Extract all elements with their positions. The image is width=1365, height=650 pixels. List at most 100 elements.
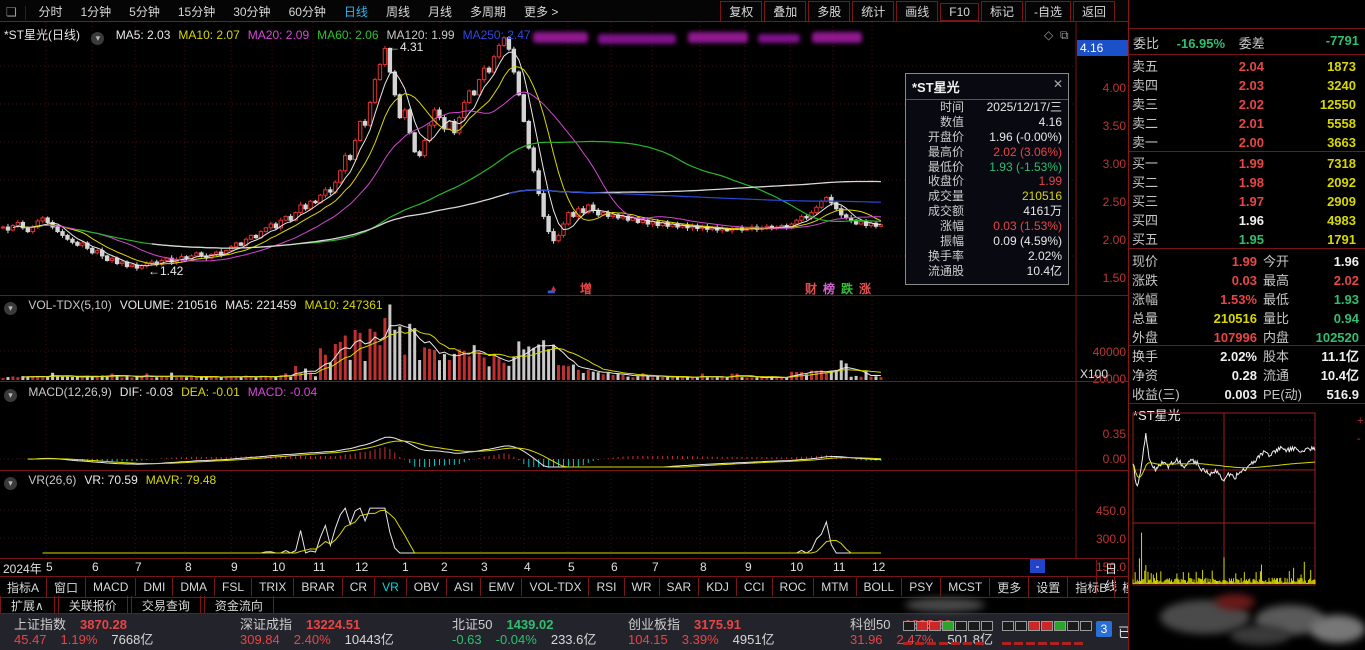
orderbook-row-买四[interactable]: 买四 1.96 4983 — [1132, 211, 1360, 230]
indicator-tab-DMA[interactable]: DMA — [173, 578, 216, 596]
indicator-tab-CR[interactable]: CR — [343, 578, 376, 596]
indicator-tab-RSI[interactable]: RSI — [589, 578, 625, 596]
splitter-plus-icon[interactable]: + — [1357, 415, 1363, 427]
popup-rows: 时间 2025/12/17/三 数值 4.16 开盘价 1.96 (-0.00%) 最高价 2… — [906, 100, 1068, 279]
orderbook-row-买二[interactable]: 买二 1.98 2092 — [1132, 173, 1360, 192]
stat-row-总量: 总量 210516 量比 0.94 — [1132, 311, 1359, 326]
menu-item-月线[interactable]: 月线 — [419, 0, 461, 20]
axis-tick: 3.50 — [1102, 119, 1126, 133]
tag-button-榜[interactable]: 榜 — [823, 282, 835, 296]
indicator-tab-WR[interactable]: WR — [625, 578, 660, 596]
collapse-chevron-icon[interactable]: ▾ — [4, 477, 17, 490]
month-label: 7 — [652, 560, 659, 574]
indicator-tab-MACD[interactable]: MACD — [86, 578, 137, 596]
toolbar-button-复权[interactable]: 复权 — [720, 1, 763, 22]
indicator-tab-VR[interactable]: VR — [375, 578, 407, 596]
menu-item-30分钟[interactable]: 30分钟 — [224, 0, 279, 20]
watermark-smudge — [905, 598, 985, 612]
collapse-minus-button[interactable]: - — [1030, 559, 1045, 573]
indicator-tab-设置[interactable]: 设置 — [1029, 576, 1069, 598]
toolbar-button-叠加[interactable]: 叠加 — [764, 1, 807, 22]
orderbook-row-卖一[interactable]: 卖一 2.00 3663 — [1132, 133, 1360, 152]
indicator-tab-TRIX[interactable]: TRIX — [252, 578, 295, 596]
menu-item-更多 >[interactable]: 更多 > — [515, 0, 567, 20]
pane-divider[interactable] — [0, 470, 1128, 471]
toolbar-button-F10[interactable]: F10 — [940, 3, 979, 21]
popup-title: *ST星光 — [906, 74, 1068, 100]
menu-item-多周期[interactable]: 多周期 — [461, 0, 515, 20]
indicator-tab-ASI[interactable]: ASI — [447, 578, 482, 596]
indicator-tab-EMV[interactable]: EMV — [481, 578, 523, 596]
orderbook-row-买五[interactable]: 买五 1.95 1791 — [1132, 230, 1360, 249]
window-icon[interactable]: ⧉ — [1060, 28, 1069, 43]
index-深证成指[interactable]: 深证成指 13224.51 309.84 2.40% 10443亿 — [240, 617, 455, 647]
stat-row-现价: 现价 1.99 今开 1.96 — [1132, 254, 1359, 269]
orderbook-row-卖四[interactable]: 卖四 2.03 3240 — [1132, 76, 1360, 95]
menu-item-60分钟[interactable]: 60分钟 — [280, 0, 335, 20]
orderbook-row-卖五[interactable]: 卖五 2.04 1873 — [1132, 57, 1360, 76]
menu-item-分时[interactable]: 分时 — [29, 0, 71, 20]
popup-row-收盘价: 收盘价 1.99 — [927, 174, 1062, 189]
indicator-tab-MTM[interactable]: MTM — [814, 578, 857, 596]
connection-count-badge[interactable]: 3 — [1096, 621, 1112, 637]
indicator-tab-FSL[interactable]: FSL — [215, 578, 253, 596]
event-triangle-icon[interactable]: ▲▂ — [548, 280, 558, 294]
legend-label: MA10: 2.07 — [178, 28, 240, 42]
orderbook-row-卖三[interactable]: 卖三 2.02 12550 — [1132, 95, 1360, 114]
macd-legend: MACD(12,26,9) DIF: -0.03 DEA: -0.01 MACD: -… — [28, 385, 325, 399]
tag-button-涨[interactable]: 涨 — [859, 282, 871, 296]
indicator-tab-DMI[interactable]: DMI — [136, 578, 174, 596]
menu-item-15分钟[interactable]: 15分钟 — [169, 0, 224, 20]
indicator-tab-指标B[interactable]: 指标B — [1068, 576, 1116, 598]
collapse-chevron-icon[interactable]: ▾ — [4, 389, 17, 402]
year-label: 2024年 — [3, 562, 42, 576]
collapse-chevron-icon[interactable]: ▾ — [4, 302, 17, 315]
toolbar-button--自选[interactable]: -自选 — [1024, 1, 1071, 22]
indicator-tab-PSY[interactable]: PSY — [902, 578, 942, 596]
indicator-tab-SAR[interactable]: SAR — [660, 578, 700, 596]
indicator-tab-窗口[interactable]: 窗口 — [47, 576, 87, 598]
menu-item-5分钟[interactable]: 5分钟 — [120, 0, 169, 20]
indicator-tab-OBV[interactable]: OBV — [407, 578, 448, 596]
toolbar-button-画线[interactable]: 画线 — [896, 1, 939, 22]
indicator-tab-BRAR[interactable]: BRAR — [294, 578, 343, 596]
diamond-icon[interactable]: ◇ — [1044, 28, 1053, 42]
legend-label: MA20: 2.09 — [247, 28, 310, 42]
toolbar-button-标记[interactable]: 标记 — [980, 1, 1023, 22]
close-icon[interactable]: ✕ — [1053, 77, 1063, 91]
indicator-tab-BOLL[interactable]: BOLL — [857, 578, 903, 596]
toolbar-button-返回[interactable]: 返回 — [1072, 1, 1115, 22]
tag-button-财[interactable]: 财 — [805, 282, 817, 296]
pane-divider[interactable] — [0, 381, 1128, 382]
indicator-tab-ROC[interactable]: ROC — [773, 578, 815, 596]
stat-row-净资: 净资 0.28 流通 10.4亿 — [1132, 368, 1359, 383]
tag-button-跌[interactable]: 跌 — [841, 282, 853, 296]
orderbook-row-买一[interactable]: 买一 1.99 7318 — [1132, 154, 1360, 173]
splitter-minus-icon[interactable]: - — [1357, 433, 1361, 445]
data-tooltip-popup[interactable]: *ST星光 ✕ 时间 2025/12/17/三 数值 4.16 开盘价 1.96 (-0.… — [905, 73, 1069, 285]
toolbar-button-统计[interactable]: 统计 — [852, 1, 895, 22]
app-window-icon[interactable]: ❏ — [0, 2, 22, 19]
menu-item-周线[interactable]: 周线 — [377, 0, 419, 20]
indicator-tab-CCI[interactable]: CCI — [737, 578, 773, 596]
axis-tick: 300.0 — [1095, 532, 1126, 546]
orderbook-row-卖二[interactable]: 卖二 2.01 5558 — [1132, 114, 1360, 133]
month-label: 5 — [568, 560, 575, 574]
month-label: 7 — [135, 560, 142, 574]
menu-item-1分钟[interactable]: 1分钟 — [71, 0, 120, 20]
indicator-tab-更多[interactable]: 更多 — [990, 576, 1030, 598]
indicator-tab-VOL-TDX[interactable]: VOL-TDX — [522, 578, 590, 596]
orderbook-row-买三[interactable]: 买三 1.97 2909 — [1132, 192, 1360, 211]
legend-label: VOLUME: 210516 — [119, 298, 218, 312]
index-创业板指[interactable]: 创业板指 3175.91 104.15 3.39% 4951亿 — [628, 617, 843, 647]
menu-item-日线[interactable]: 日线 — [335, 0, 377, 20]
toolbar-button-多股[interactable]: 多股 — [808, 1, 851, 22]
indicator-tab-KDJ[interactable]: KDJ — [699, 578, 737, 596]
stat-row-收益(三): 收益(三) 0.003 PE(动) 516.9 — [1132, 387, 1359, 402]
index-上证指数[interactable]: 上证指数 3870.28 45.47 1.19% 7668亿 — [14, 617, 229, 647]
indicator-tab-MCST[interactable]: MCST — [941, 578, 991, 596]
pane-divider[interactable] — [0, 295, 1128, 296]
period-menu: 分时 1分钟 5分钟 15分钟 30分钟 60分钟 日线 周线 月线 多周期 更多 > — [29, 5, 567, 19]
collapse-chevron-icon[interactable]: ▾ — [91, 32, 105, 45]
indicator-tab-指标A[interactable]: 指标A — [0, 576, 48, 598]
